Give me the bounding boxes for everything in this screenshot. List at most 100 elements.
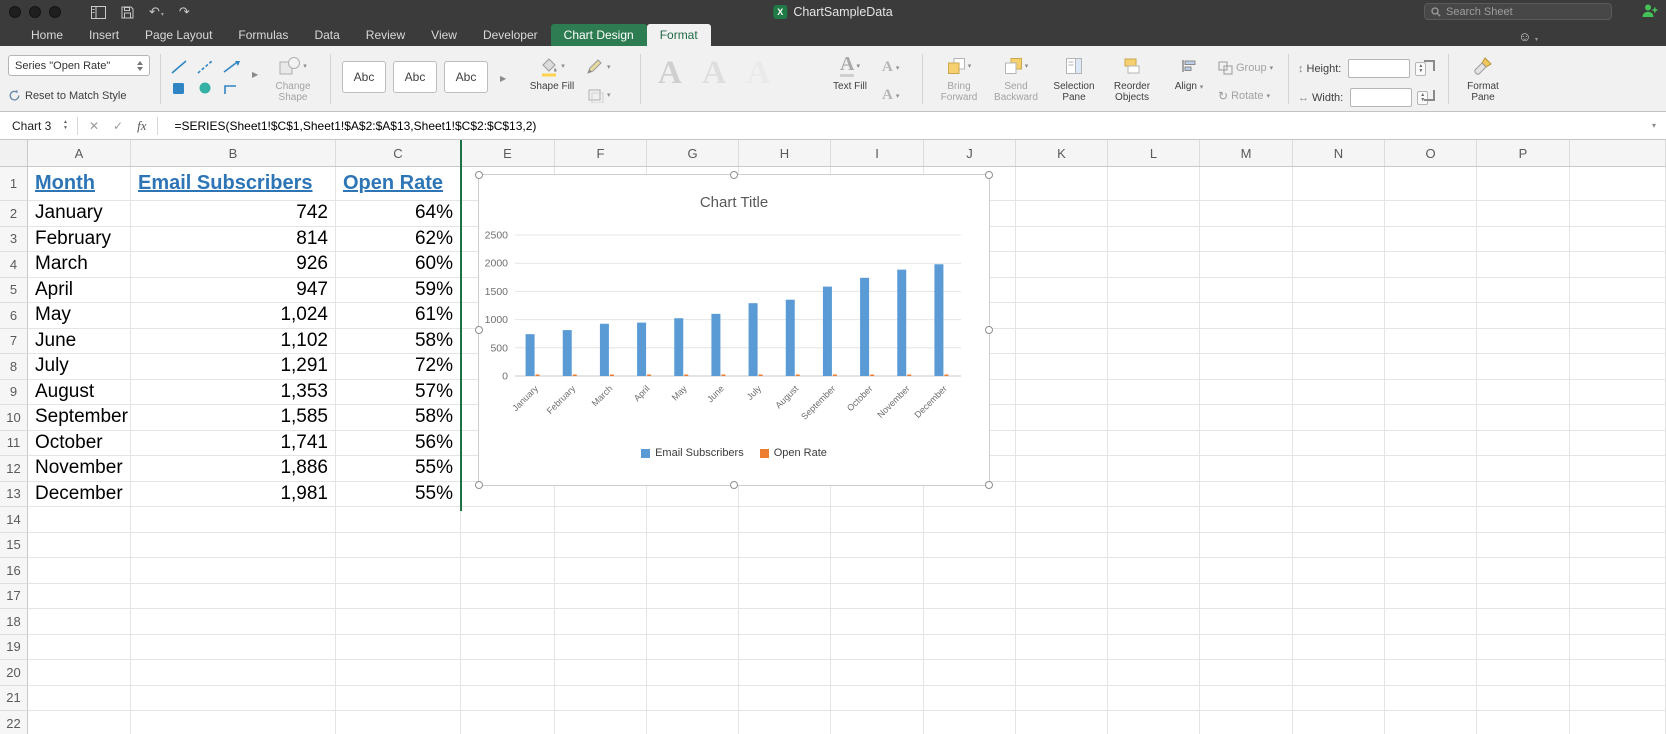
cell-N13[interactable]	[1293, 481, 1385, 507]
cell-M14[interactable]	[1200, 507, 1293, 533]
cell-M3[interactable]	[1200, 226, 1293, 252]
cell-B18[interactable]	[131, 609, 336, 635]
row-header-1[interactable]: 1	[0, 167, 28, 201]
cell-H17[interactable]	[739, 583, 831, 609]
column-header-O[interactable]: O	[1385, 140, 1477, 166]
cell-H19[interactable]	[739, 634, 831, 660]
cell-P17[interactable]	[1477, 583, 1570, 609]
tab-format[interactable]: Format	[646, 24, 711, 46]
cell-J14[interactable]	[924, 507, 1016, 533]
cell-C17[interactable]	[336, 583, 461, 609]
cell-H22[interactable]	[739, 711, 831, 734]
cell-M5[interactable]	[1200, 277, 1293, 303]
cell-L12[interactable]	[1108, 456, 1200, 482]
cell-G15[interactable]	[647, 532, 739, 558]
cell-M6[interactable]	[1200, 303, 1293, 329]
cell-M2[interactable]	[1200, 201, 1293, 227]
bar-email-subscribers-june[interactable]	[711, 313, 721, 376]
cell-F21[interactable]	[555, 685, 647, 711]
align-button[interactable]: Align ▾	[1166, 54, 1212, 93]
cell-B12[interactable]: 1,886	[131, 456, 336, 482]
bar-open-rate-october[interactable]	[870, 374, 875, 377]
cell-C5[interactable]: 59%	[336, 277, 461, 303]
confirm-formula-icon[interactable]: ✓	[113, 119, 123, 133]
cell-K10[interactable]	[1016, 405, 1108, 431]
chart-resize-handle[interactable]	[475, 326, 483, 334]
bar-open-rate-march[interactable]	[609, 374, 614, 377]
cell-F19[interactable]	[555, 634, 647, 660]
cell-N9[interactable]	[1293, 379, 1385, 405]
share-icon[interactable]	[1641, 3, 1658, 23]
chart-resize-handle[interactable]	[730, 171, 738, 179]
cell-O20[interactable]	[1385, 660, 1477, 686]
legend-item-email-subscribers[interactable]: Email Subscribers	[641, 447, 744, 459]
cell-X21[interactable]	[1570, 685, 1666, 711]
cell-E20[interactable]	[461, 660, 555, 686]
cell-E16[interactable]	[461, 558, 555, 584]
cell-J17[interactable]	[924, 583, 1016, 609]
row-header-15[interactable]: 15	[0, 532, 28, 558]
name-box[interactable]: Chart 3	[0, 119, 58, 133]
cell-K14[interactable]	[1016, 507, 1108, 533]
tab-view[interactable]: View	[418, 24, 470, 46]
cell-B5[interactable]: 947	[131, 277, 336, 303]
cell-K19[interactable]	[1016, 634, 1108, 660]
cell-B16[interactable]	[131, 558, 336, 584]
redo-button[interactable]: ↷	[179, 3, 190, 21]
cell-N18[interactable]	[1293, 609, 1385, 635]
cell-C12[interactable]: 55%	[336, 456, 461, 482]
bar-email-subscribers-september[interactable]	[822, 286, 832, 376]
cell-P19[interactable]	[1477, 634, 1570, 660]
bar-open-rate-january[interactable]	[535, 374, 540, 377]
formula-input[interactable]: =SERIES(Sheet1!$C$1,Sheet1!$A$2:$A$13,Sh…	[174, 119, 1652, 133]
cell-G19[interactable]	[647, 634, 739, 660]
cell-X16[interactable]	[1570, 558, 1666, 584]
bar-email-subscribers-december[interactable]	[934, 264, 944, 376]
column-header-K[interactable]: K	[1016, 140, 1108, 166]
cell-C3[interactable]: 62%	[336, 226, 461, 252]
cell-P3[interactable]	[1477, 226, 1570, 252]
text-fill-button[interactable]: A ▾ Text Fill	[826, 54, 874, 92]
bar-open-rate-april[interactable]	[647, 374, 652, 377]
shape-style-preset-3[interactable]: Abc	[444, 61, 488, 93]
row-header-11[interactable]: 11	[0, 430, 28, 456]
cell-C1[interactable]: Open Rate	[336, 167, 461, 201]
row-header-3[interactable]: 3	[0, 226, 28, 252]
cell-K8[interactable]	[1016, 354, 1108, 380]
cell-J19[interactable]	[924, 634, 1016, 660]
cell-L7[interactable]	[1108, 328, 1200, 354]
cell-L14[interactable]	[1108, 507, 1200, 533]
cell-C16[interactable]	[336, 558, 461, 584]
cell-E19[interactable]	[461, 634, 555, 660]
cell-M16[interactable]	[1200, 558, 1293, 584]
cell-B3[interactable]: 814	[131, 226, 336, 252]
cell-N17[interactable]	[1293, 583, 1385, 609]
cell-K7[interactable]	[1016, 328, 1108, 354]
column-header-C[interactable]: C	[336, 140, 461, 166]
cell-B7[interactable]: 1,102	[131, 328, 336, 354]
cell-H14[interactable]	[739, 507, 831, 533]
cell-A8[interactable]: July	[28, 354, 131, 380]
cell-L21[interactable]	[1108, 685, 1200, 711]
cell-B17[interactable]	[131, 583, 336, 609]
cell-A16[interactable]	[28, 558, 131, 584]
cell-P13[interactable]	[1477, 481, 1570, 507]
cell-K9[interactable]	[1016, 379, 1108, 405]
cell-K13[interactable]	[1016, 481, 1108, 507]
cell-O18[interactable]	[1385, 609, 1477, 635]
cell-G21[interactable]	[647, 685, 739, 711]
bar-open-rate-june[interactable]	[721, 374, 726, 377]
chart-resize-handle[interactable]	[475, 171, 483, 179]
cell-N14[interactable]	[1293, 507, 1385, 533]
cell-K3[interactable]	[1016, 226, 1108, 252]
tab-page-layout[interactable]: Page Layout	[132, 24, 225, 46]
column-header-F[interactable]: F	[555, 140, 647, 166]
cell-I19[interactable]	[831, 634, 924, 660]
cell-C9[interactable]: 57%	[336, 379, 461, 405]
column-header-extra[interactable]	[1570, 140, 1666, 166]
cell-X3[interactable]	[1570, 226, 1666, 252]
cell-X22[interactable]	[1570, 711, 1666, 734]
cell-L6[interactable]	[1108, 303, 1200, 329]
cell-C11[interactable]: 56%	[336, 430, 461, 456]
cell-L1[interactable]	[1108, 167, 1200, 201]
